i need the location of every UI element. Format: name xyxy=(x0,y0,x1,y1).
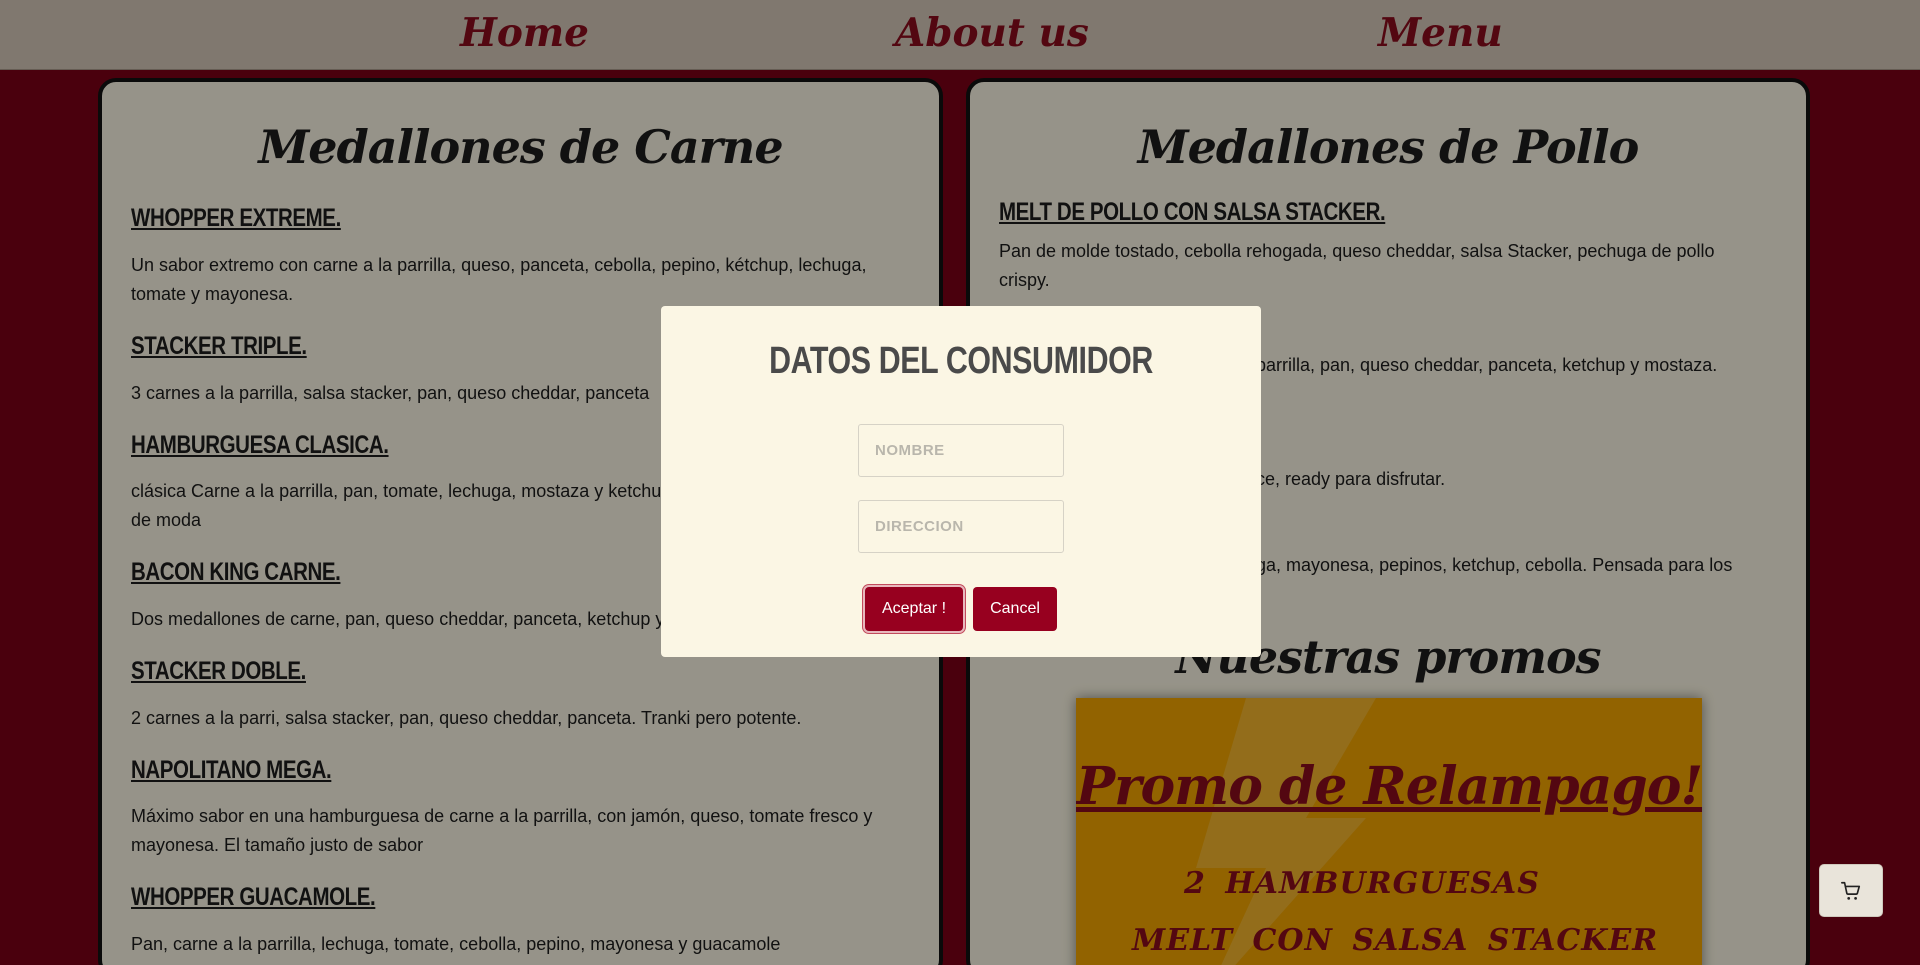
consumer-data-modal: DATOS DEL CONSUMIDOR Aceptar ! Cancel xyxy=(661,306,1261,657)
name-input[interactable] xyxy=(858,424,1064,477)
cancel-button[interactable]: Cancel xyxy=(973,587,1057,631)
cart-button[interactable] xyxy=(1819,864,1883,917)
cart-icon xyxy=(1841,881,1861,900)
modal-title: DATOS DEL CONSUMIDOR xyxy=(769,340,1153,382)
address-input[interactable] xyxy=(858,500,1064,553)
accept-button[interactable]: Aceptar ! xyxy=(865,587,963,631)
